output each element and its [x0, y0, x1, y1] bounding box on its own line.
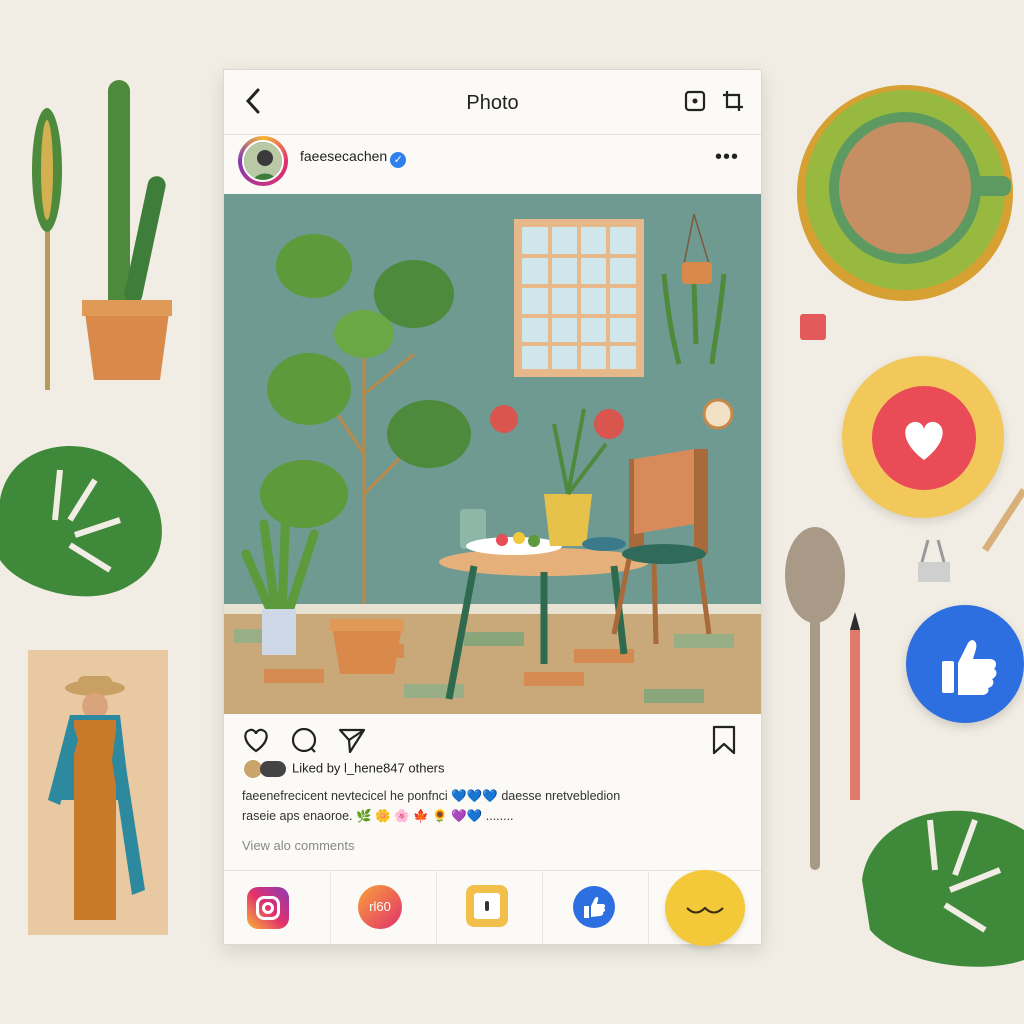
- red-square-decoration: [800, 314, 826, 340]
- post-caption: faeenefrecicent nevtecicel he ponfnci 💙💙…: [242, 786, 742, 826]
- fashion-photo-card: [28, 650, 168, 935]
- bookmark-icon[interactable]: [708, 724, 740, 756]
- instagram-logo-icon: [247, 887, 289, 929]
- view-comments-link[interactable]: View alo comments: [242, 838, 354, 853]
- thumbs-up-reaction-button[interactable]: [906, 605, 1024, 723]
- bottom-like-button[interactable]: [542, 870, 649, 944]
- more-options-icon[interactable]: •••: [715, 146, 739, 169]
- thumbs-up-icon-small: [573, 886, 615, 928]
- caption-line-2: raseie aps enaoroe. 🌿 🌼 🌸 🍁 🌻 💜💙 .......…: [242, 809, 514, 823]
- leaf-stick-decoration: [32, 108, 62, 390]
- pencil-decoration: [850, 612, 860, 800]
- spoon-decoration: [785, 527, 845, 870]
- camera-icon[interactable]: [682, 88, 708, 114]
- avatar[interactable]: [238, 136, 288, 186]
- post-username[interactable]: faeesecachen ✓: [300, 148, 407, 168]
- monstera-leaf-right: [862, 810, 1024, 967]
- bottom-lock-button[interactable]: [436, 870, 543, 944]
- lock-icon: [466, 885, 508, 927]
- thumbs-up-icon: [942, 640, 997, 695]
- send-icon[interactable]: [336, 724, 368, 756]
- heart-icon: [905, 421, 943, 460]
- wall-clock: [702, 398, 734, 430]
- cactus-pot-decoration: [82, 80, 172, 380]
- caption-line-1: faeenefrecicent nevtecicel he ponfnci 💙💙…: [242, 789, 621, 803]
- binder-clip-decoration: [918, 539, 950, 582]
- likes-row: Liked by l_hene847 others: [242, 758, 742, 780]
- comment-icon[interactable]: [288, 724, 320, 756]
- like-heart-icon[interactable]: [240, 724, 272, 756]
- bottom-smile-button[interactable]: [665, 870, 745, 946]
- like-reaction-plate: [842, 356, 1004, 518]
- window: [514, 219, 644, 377]
- avatar-person-icon: [244, 142, 282, 180]
- like-reaction-button[interactable]: [872, 386, 976, 490]
- coffee-cup-decoration: [797, 85, 1013, 301]
- instagram-post-card: Photo faeesecachen ✓ ••• Liked by l_hene…: [223, 69, 762, 946]
- badge-text: rl60: [369, 899, 391, 914]
- liker-avatar-2: [260, 761, 286, 777]
- likes-text[interactable]: Liked by l_hene847 others: [292, 760, 445, 775]
- avatar-photo: [242, 140, 284, 182]
- page-title: Photo: [466, 92, 519, 114]
- bottom-instagram-button[interactable]: [224, 870, 331, 944]
- verified-badge-icon: ✓: [390, 152, 407, 168]
- notification-badge: rl60: [358, 885, 402, 929]
- username-text[interactable]: faeesecachen: [300, 148, 387, 164]
- smile-icon: [686, 906, 724, 914]
- crop-icon[interactable]: [720, 88, 746, 114]
- bottom-badge-button[interactable]: rl60: [330, 870, 437, 944]
- monstera-leaf-left: [0, 446, 162, 597]
- pencil-corner-decoration: [982, 488, 1024, 552]
- post-photo[interactable]: [224, 194, 761, 714]
